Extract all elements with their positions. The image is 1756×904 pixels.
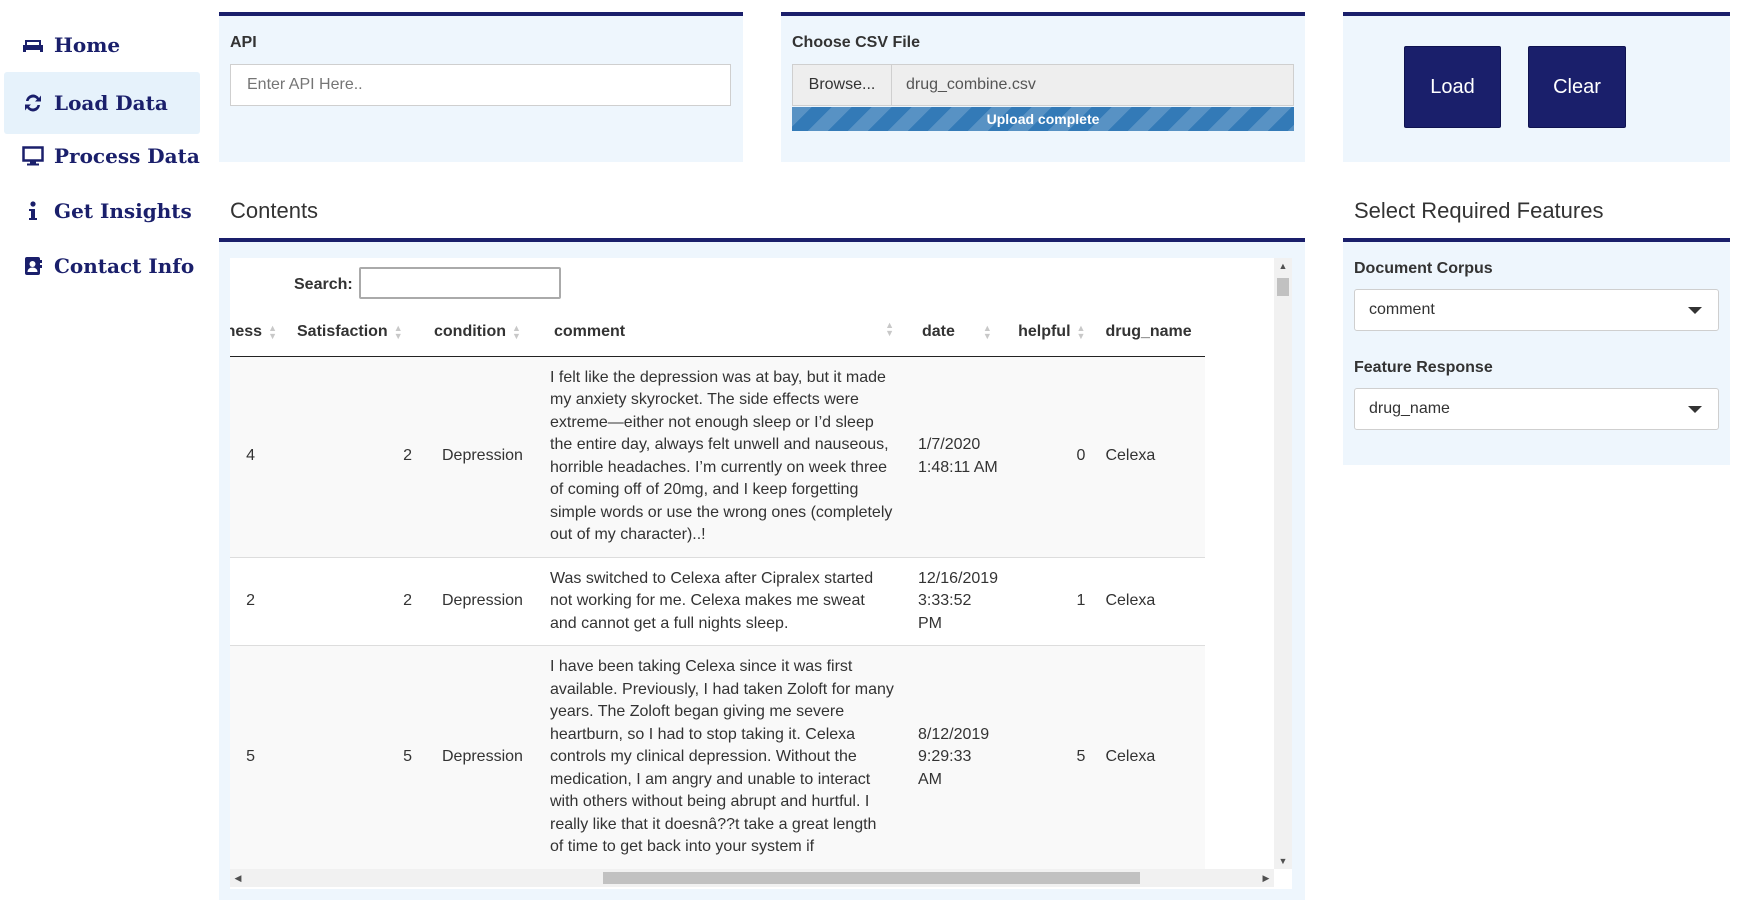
sidebar-item-home[interactable]: Home bbox=[4, 14, 200, 76]
search-input[interactable] bbox=[359, 267, 561, 299]
column-header[interactable]: helpful ▲ ▼ bbox=[1008, 308, 1096, 357]
refresh-icon bbox=[22, 92, 44, 114]
cell-helpful: 5 bbox=[1008, 645, 1096, 870]
sort-icon: ▲ ▼ bbox=[393, 322, 403, 341]
info-icon bbox=[22, 200, 44, 222]
sidebar-item-get-insights[interactable]: Get Insights bbox=[4, 180, 200, 242]
vertical-scrollbar[interactable]: ▲ ▼ bbox=[1274, 258, 1292, 869]
response-label: Feature Response bbox=[1354, 359, 1493, 376]
column-header[interactable]: comment ▲ ▼ bbox=[540, 308, 904, 357]
data-table: ness ▲ ▼ Satisfaction ▲ ▼ condition ▲ ▼ commen… bbox=[230, 308, 1206, 870]
api-box: API bbox=[219, 12, 743, 162]
sort-icon: ▲ ▼ bbox=[982, 322, 992, 341]
features-panel: Select Required Features Document Corpus… bbox=[1343, 185, 1730, 465]
horizontal-scrollbar[interactable]: ◀ ▶ bbox=[230, 869, 1274, 887]
api-label: API bbox=[230, 34, 257, 51]
cell-condition: Depression bbox=[424, 557, 540, 646]
sort-icon: ▲ ▼ bbox=[1076, 322, 1086, 341]
cell-helpful: 1 bbox=[1008, 557, 1096, 646]
column-header[interactable]: Satisfaction ▲ ▼ bbox=[287, 308, 424, 357]
sidebar-item-process-data[interactable]: Process Data bbox=[4, 125, 200, 187]
contents-panel: Contents Search: ness ▲ ▼ Satisfaction ▲ ▼ c… bbox=[219, 185, 1305, 900]
sort-icon: ▲ ▼ bbox=[885, 319, 894, 338]
column-header[interactable]: ness ▲ ▼ bbox=[230, 308, 287, 357]
cell-ness: 4 bbox=[230, 356, 287, 558]
cell-ness: 2 bbox=[230, 557, 287, 646]
cell-condition: Depression bbox=[424, 356, 540, 558]
sort-icon: ▲ ▼ bbox=[511, 322, 521, 341]
cell-satisfaction: 2 bbox=[287, 557, 424, 646]
horizontal-scroll-thumb[interactable] bbox=[603, 872, 1140, 884]
sidebar-item-label: Load Data bbox=[54, 91, 168, 115]
scroll-up-icon[interactable]: ▲ bbox=[1275, 258, 1291, 274]
sidebar-item-label: Home bbox=[54, 33, 121, 57]
corpus-label: Document Corpus bbox=[1354, 260, 1493, 277]
cell-date: 12/16/2019 3:33:52 PM bbox=[904, 557, 1009, 646]
cell-satisfaction: 5 bbox=[287, 645, 424, 870]
vertical-scroll-thumb[interactable] bbox=[1277, 278, 1289, 296]
api-input[interactable] bbox=[230, 64, 731, 106]
table-viewport: Search: ness ▲ ▼ Satisfaction ▲ ▼ condition ▲… bbox=[230, 258, 1292, 889]
sidebar: Home Load Data Process Data Get Insights… bbox=[0, 0, 210, 904]
column-header[interactable]: condition ▲ ▼ bbox=[424, 308, 540, 357]
sort-icon: ▲ ▼ bbox=[268, 322, 277, 341]
table-body-viewport: ness ▲ ▼ Satisfaction ▲ ▼ condition ▲ ▼ commen… bbox=[230, 308, 1274, 889]
chevron-down-icon bbox=[1688, 406, 1702, 413]
browse-button[interactable]: Browse... bbox=[792, 64, 892, 106]
cell-comment: Was switched to Celexa after Cipralex st… bbox=[540, 557, 904, 646]
table-row[interactable]: 2 2 Depression Was switched to Celexa af… bbox=[230, 557, 1206, 646]
clear-button[interactable]: Clear bbox=[1528, 46, 1626, 128]
load-button[interactable]: Load bbox=[1404, 46, 1501, 128]
cell-helpful: 0 bbox=[1008, 356, 1096, 558]
response-select-value: drug_name bbox=[1369, 400, 1450, 417]
cell-ness: 5 bbox=[230, 645, 287, 870]
cell-comment: I felt like the depression was at bay, b… bbox=[540, 356, 904, 558]
sidebar-item-contact-info[interactable]: Contact Info bbox=[4, 235, 200, 297]
contents-title: Contents bbox=[230, 198, 319, 223]
response-select[interactable]: drug_name bbox=[1354, 388, 1719, 430]
scroll-left-icon[interactable]: ◀ bbox=[230, 870, 246, 886]
chevron-down-icon bbox=[1688, 307, 1702, 314]
cell-satisfaction: 2 bbox=[287, 356, 424, 558]
upload-progress-text: Upload complete bbox=[986, 111, 1100, 127]
search-label: Search: bbox=[294, 276, 353, 293]
sidebar-item-label: Contact Info bbox=[54, 254, 195, 278]
address-book-icon bbox=[22, 255, 44, 277]
desktop-icon bbox=[22, 145, 44, 167]
sidebar-item-label: Process Data bbox=[54, 144, 200, 168]
actions-box: Load Clear bbox=[1343, 12, 1730, 162]
cell-date: 1/7/2020 1:48:11 AM bbox=[904, 356, 1009, 558]
upload-label: Choose CSV File bbox=[792, 34, 921, 51]
upload-box: Choose CSV File Browse... drug_combine.c… bbox=[781, 12, 1305, 162]
cell-comment: I have been taking Celexa since it was f… bbox=[540, 645, 904, 870]
sidebar-item-label: Get Insights bbox=[54, 199, 192, 223]
corpus-select[interactable]: comment bbox=[1354, 289, 1719, 331]
table-row[interactable]: 5 5 Depression I have been taking Celexa… bbox=[230, 645, 1206, 870]
cell-date: 8/12/2019 9:29:33 AM bbox=[904, 645, 1009, 870]
column-header[interactable]: drug_name bbox=[1095, 308, 1206, 357]
sofa-icon bbox=[22, 34, 44, 56]
contents-rule bbox=[219, 238, 1305, 242]
scroll-right-icon[interactable]: ▶ bbox=[1258, 870, 1274, 886]
upload-progress-bar: Upload complete bbox=[792, 107, 1294, 131]
corpus-select-value: comment bbox=[1369, 301, 1435, 318]
cell-condition: Depression bbox=[424, 645, 540, 870]
features-title: Select Required Features bbox=[1354, 198, 1604, 223]
table-row[interactable]: 4 2 Depression I felt like the depressio… bbox=[230, 356, 1206, 558]
file-name-field: drug_combine.csv bbox=[892, 64, 1294, 106]
contents-header bbox=[219, 185, 1305, 238]
cell-drug-name: Celexa bbox=[1095, 356, 1206, 558]
column-header[interactable]: date ▲ ▼ bbox=[904, 308, 1009, 357]
features-rule bbox=[1343, 238, 1730, 242]
cell-drug-name: Celexa bbox=[1095, 557, 1206, 646]
scroll-down-icon[interactable]: ▼ bbox=[1275, 853, 1291, 869]
cell-drug-name: Celexa bbox=[1095, 645, 1206, 870]
